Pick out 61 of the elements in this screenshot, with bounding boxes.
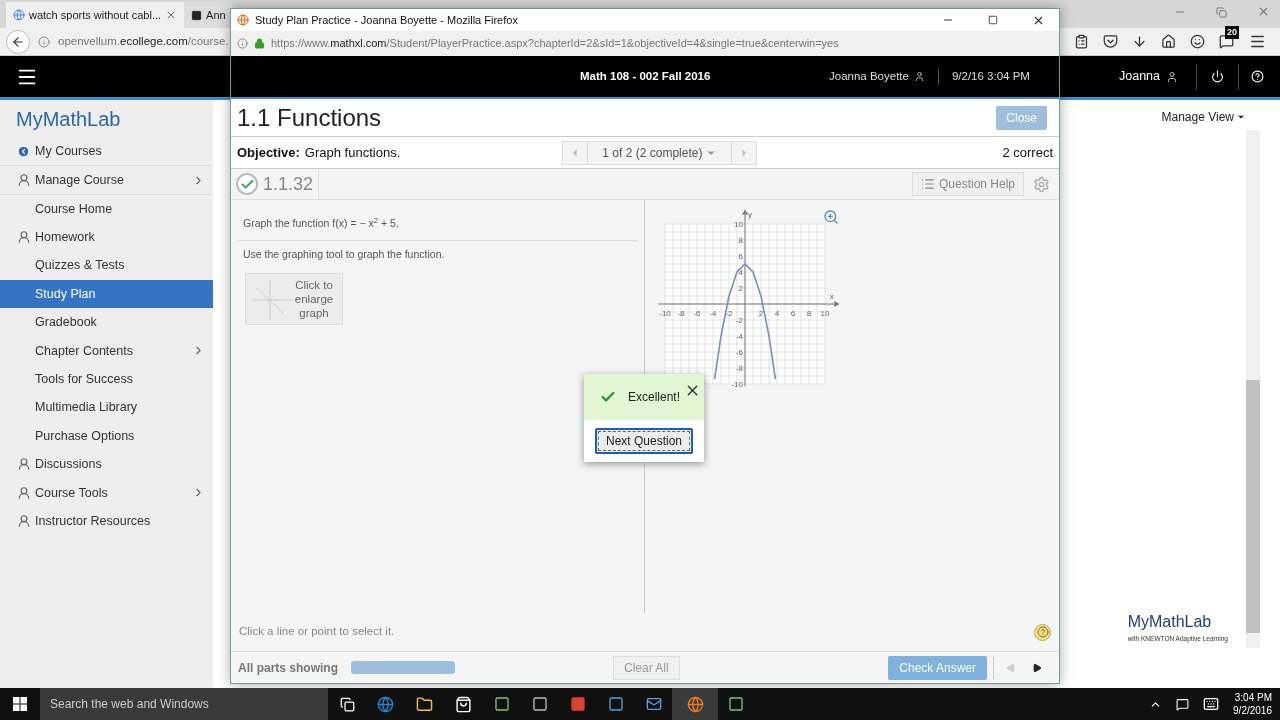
- tick-label: -8: [677, 309, 685, 318]
- sidebar-item[interactable]: Purchase Options: [0, 421, 213, 451]
- tick-label: -6: [693, 309, 701, 318]
- tick-label: 4: [774, 309, 780, 318]
- page-heading: 1.1 Functions: [237, 102, 383, 133]
- enlarge-graph-button[interactable]: Click to enlarge graph: [245, 272, 343, 325]
- user-name: Joanna Boyette: [829, 68, 909, 84]
- sidebar-item[interactable]: My Courses: [0, 138, 213, 167]
- tick-label: 8: [806, 309, 812, 318]
- next-question-button[interactable]: Next Question: [594, 428, 693, 454]
- tick-label: 8: [738, 236, 743, 245]
- hint-text: Click a line or point to select it.: [239, 624, 396, 640]
- clock-date[interactable]: 9/2/2016: [1233, 704, 1272, 717]
- tick-label: -6: [735, 348, 743, 357]
- sidebar-item[interactable]: Instructor Resources: [0, 507, 213, 536]
- course-title: Math 108 - 002 Fall 2016: [580, 68, 712, 84]
- search-field[interactable]: Search the web and Windows: [40, 688, 328, 720]
- feedback-message: Excellent!: [628, 389, 681, 406]
- tick-label: -8: [735, 364, 743, 373]
- logo: MyMathLab: [16, 107, 121, 132]
- tick-label: -2: [725, 309, 733, 318]
- tick-label: 10: [734, 220, 743, 229]
- browser-tab[interactable]: watch sports without cabl...: [6, 2, 185, 28]
- tick-label: -10: [659, 309, 671, 318]
- tick-label: 2: [758, 309, 764, 318]
- tick-label: 4: [738, 268, 743, 277]
- clock-time[interactable]: 3:04 PM: [1234, 691, 1272, 704]
- tick-label: 6: [790, 309, 796, 318]
- instruction-text: Use the graphing tool to graph the function.: [242, 247, 446, 262]
- manage-view-dropdown[interactable]: Manage View: [1161, 108, 1246, 126]
- parts-label: All parts showing: [238, 659, 338, 677]
- tick-label: -4: [709, 309, 717, 318]
- tick-label: 6: [738, 252, 743, 261]
- browser-tab[interactable]: Ann: [184, 2, 233, 28]
- address-field[interactable]: openvellum.ecollege.com/course.: [58, 32, 229, 51]
- axis-label: x: [829, 292, 834, 301]
- sidebar-item[interactable]: Chapter Contents: [0, 336, 213, 366]
- sidebar-item[interactable]: Quizzes & Tests: [0, 251, 213, 280]
- tick-label: -10: [731, 380, 743, 389]
- sidebar-item[interactable]: Course Tools: [0, 478, 213, 508]
- window-title: Study Plan Practice - Joanna Boyette - Mozilla Firefox: [255, 12, 519, 28]
- sidebar-item[interactable]: Gradebook: [0, 308, 213, 337]
- score-text: 2 correct: [1002, 143, 1053, 162]
- tick-label: -2: [735, 316, 743, 325]
- date-time: 9/2/16 3:04 PM: [951, 68, 1030, 84]
- sidebar-item[interactable]: Homework: [0, 223, 213, 252]
- sidebar-item[interactable]: Manage Course: [0, 166, 213, 195]
- objective-label: Objective:: [237, 143, 300, 162]
- sidebar-item[interactable]: Discussions: [0, 450, 213, 479]
- sidebar-item[interactable]: Multimedia Library: [0, 393, 213, 422]
- sidebar-item[interactable]: Tools for Success: [0, 365, 213, 394]
- sidebar-item[interactable]: Course Home: [0, 194, 213, 224]
- objective-text: Graph functions.: [304, 143, 401, 162]
- tick-label: -4: [735, 332, 743, 341]
- tick-label: 10: [820, 309, 830, 318]
- axis-label: y: [748, 209, 752, 219]
- tick-label: 2: [738, 284, 743, 293]
- user-name[interactable]: Joanna: [1119, 67, 1160, 86]
- sidebar-item[interactable]: Study Plan: [0, 279, 213, 309]
- question-number: 1.1.32: [263, 172, 314, 196]
- question-prompt: Graph the function f(x) = − x$^{2}$ + 5.: [243, 217, 399, 229]
